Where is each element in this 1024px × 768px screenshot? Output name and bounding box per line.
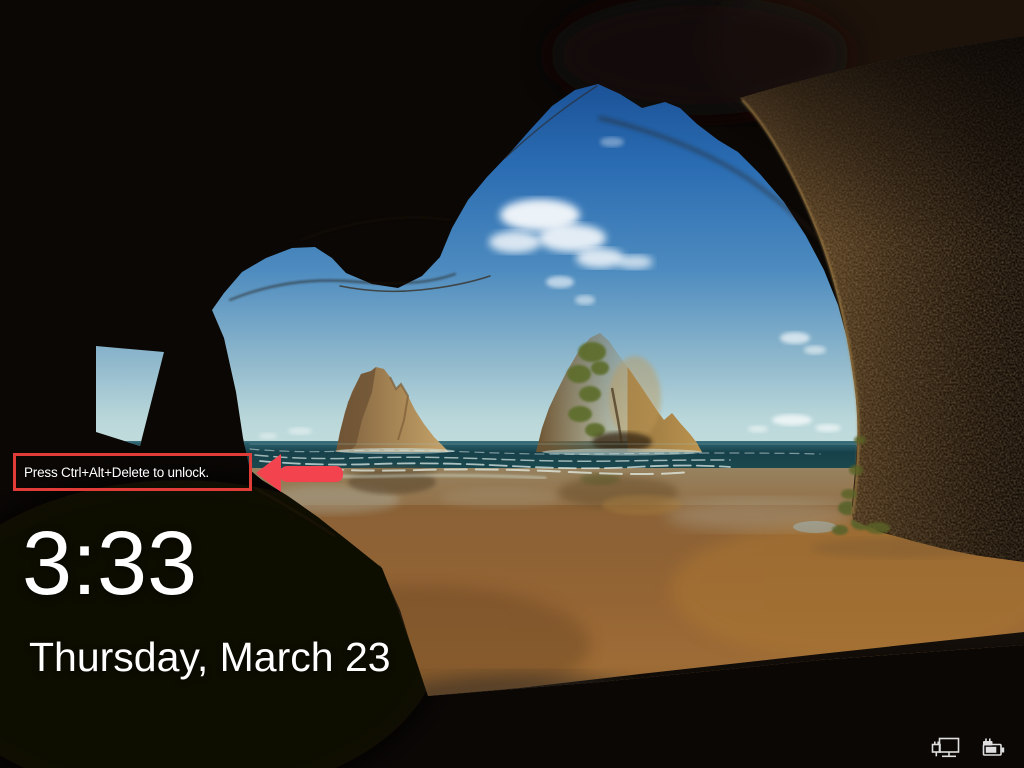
lock-screen-status-tray <box>930 734 1006 760</box>
annotation-arrow-icon <box>256 454 343 492</box>
unlock-instruction-box: Press Ctrl+Alt+Delete to unlock. <box>13 453 252 491</box>
clock-date: Thursday, March 23 <box>29 634 391 680</box>
battery-charging-icon <box>982 738 1005 756</box>
tide-pool <box>793 521 837 533</box>
unlock-instruction-text: Press Ctrl+Alt+Delete to unlock. <box>24 464 209 480</box>
clock-time: 3:33 <box>22 514 198 614</box>
lock-screen[interactable]: Press Ctrl+Alt+Delete to unlock. 3:33 Th… <box>0 0 1024 768</box>
network-icon <box>931 737 960 758</box>
